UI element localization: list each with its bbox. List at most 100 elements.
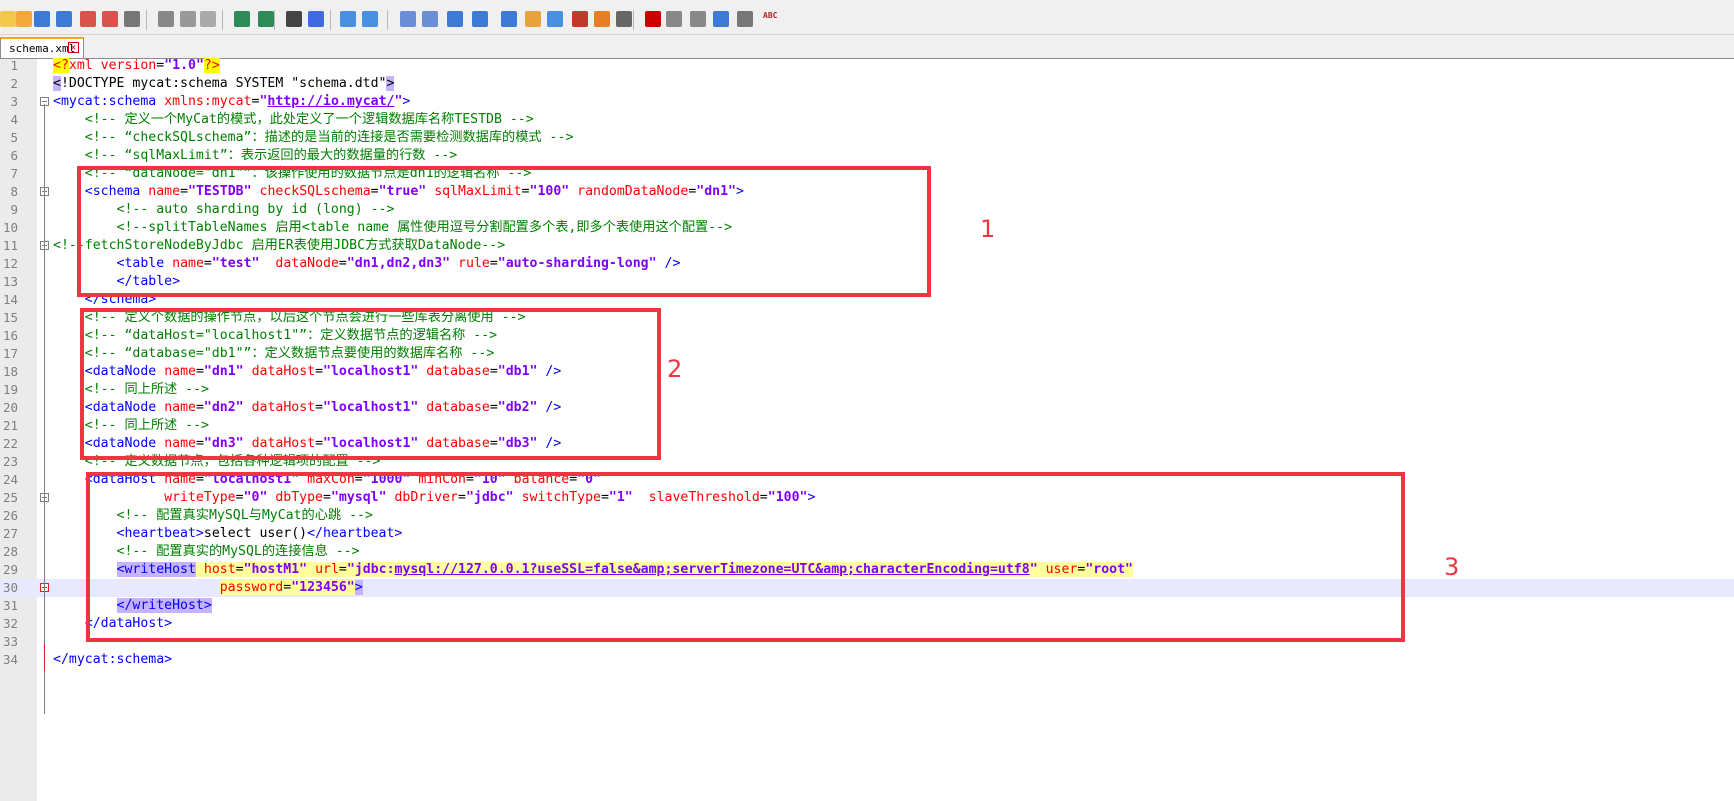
new-file-icon[interactable] [0, 11, 16, 27]
annotation-label-2: 2 [667, 355, 683, 383]
line-number: 16 [2, 328, 18, 343]
spell-check-icon[interactable]: ABC [763, 11, 779, 27]
line-number: 28 [2, 544, 18, 559]
tab-schema-xml[interactable]: schema.xml ✕ [0, 37, 84, 58]
code-line[interactable]: 4 <!-- 定义一个MyCat的模式，此处定义了一个逻辑数据库名称TESTDB… [0, 111, 1734, 129]
sync-v-icon[interactable] [400, 11, 416, 27]
code-token: < [53, 76, 61, 91]
line-number: 1 [10, 58, 18, 73]
code-line[interactable]: 34 </mycat:schema> [0, 651, 1734, 669]
close-tab-icon[interactable]: ✕ [68, 42, 79, 53]
tab-label: schema.xml [9, 42, 76, 55]
sync-h-icon[interactable] [422, 11, 438, 27]
line-number: 31 [2, 598, 18, 613]
code-token: xmlns:mycat [164, 94, 252, 109]
code-token: <? [53, 58, 69, 73]
save-macro-icon[interactable] [737, 11, 753, 27]
fold-line [44, 644, 45, 671]
open-file-icon[interactable] [16, 11, 32, 27]
line-number: 26 [2, 508, 18, 523]
line-number: 25 [2, 490, 18, 505]
line-number: 30 [2, 580, 18, 595]
fold-line [44, 249, 45, 276]
monitor-icon[interactable] [616, 11, 632, 27]
toolbar-separator [330, 10, 331, 30]
replace-icon[interactable] [308, 11, 324, 27]
zoom-in-icon[interactable] [340, 11, 356, 27]
tab-bar: schema.xml ✕ [0, 35, 1734, 59]
toolbar-separator [633, 10, 634, 30]
code-line[interactable]: 5 <!-- “checkSQLschema”：描述的是当前的连接是否需要检测数… [0, 129, 1734, 147]
copy-icon[interactable] [180, 11, 196, 27]
code-line[interactable]: 6 <!-- “sqlMaxLimit”：表示返回的最大的数据量的行数 --> [0, 147, 1734, 165]
word-wrap-icon[interactable] [447, 11, 463, 27]
undo-icon[interactable] [234, 11, 250, 27]
annotation-box-3 [86, 472, 1405, 642]
code-token: ?> [203, 58, 220, 73]
code-text: <!-- “sqlMaxLimit”：表示返回的最大的数据量的行数 --> [53, 147, 457, 165]
code-token: <!-- 定义一个MyCat的模式，此处定义了一个逻辑数据库名称TESTDB -… [84, 112, 534, 127]
redo-icon[interactable] [258, 11, 274, 27]
line-number: 12 [2, 256, 18, 271]
doc-map-icon[interactable] [547, 11, 563, 27]
all-chars-icon[interactable] [472, 11, 488, 27]
zoom-out-icon[interactable] [362, 11, 378, 27]
line-number: 33 [2, 634, 18, 649]
code-text: <?xml version="1.0"?> [53, 57, 220, 75]
record-macro-icon[interactable] [645, 11, 661, 27]
code-line[interactable]: 3 <mycat:schema xmlns:mycat="http://io.my… [0, 93, 1734, 111]
cut-icon[interactable] [158, 11, 174, 27]
toolbar-separator [387, 10, 388, 30]
save-all-icon[interactable] [56, 11, 72, 27]
line-number: 21 [2, 418, 18, 433]
line-number: 27 [2, 526, 18, 541]
line-number: 4 [10, 112, 18, 127]
line-number: 7 [10, 166, 18, 181]
line-number: 29 [2, 562, 18, 577]
stop-record-icon[interactable] [666, 11, 682, 27]
save-icon[interactable] [34, 11, 50, 27]
print-icon[interactable] [124, 11, 140, 27]
line-number: 19 [2, 382, 18, 397]
line-number: 20 [2, 400, 18, 415]
play-macro-icon[interactable] [690, 11, 706, 27]
code-line[interactable]: 2 <!DOCTYPE mycat:schema SYSTEM "schema.d… [0, 75, 1734, 93]
code-token: </mycat:schema> [53, 652, 173, 667]
code-editor[interactable]: 1 <?xml version="1.0"?> 2 <!DOCTYPE mycat:s… [0, 57, 1734, 801]
line-number: 6 [10, 148, 18, 163]
code-token: > [402, 94, 411, 109]
line-number: 2 [10, 76, 18, 91]
code-token: !DOCTYPE mycat:schema SYSTEM "schema.dtd… [60, 76, 387, 91]
code-text: <!-- “checkSQLschema”：描述的是当前的连接是否需要检测数据库… [53, 129, 574, 147]
code-text: <!-- 定义一个MyCat的模式，此处定义了一个逻辑数据库名称TESTDB -… [53, 111, 534, 129]
code-token: <!-- “checkSQLschema”：描述的是当前的连接是否需要检测数据库… [84, 130, 574, 145]
indent-guide-icon[interactable] [501, 11, 517, 27]
line-number: 10 [2, 220, 18, 235]
line-number: 17 [2, 346, 18, 361]
close-icon[interactable] [80, 11, 96, 27]
function-list-icon[interactable] [572, 11, 588, 27]
toolbar-separator [146, 10, 147, 30]
code-token: > [386, 76, 395, 91]
close-all-icon[interactable] [102, 11, 118, 27]
run-macro-multiple-icon[interactable] [713, 11, 729, 27]
code-text: <mycat:schema xmlns:mycat="http://io.myc… [53, 93, 410, 111]
line-number: 5 [10, 130, 18, 145]
paste-icon[interactable] [200, 11, 216, 27]
code-line[interactable]: 1 <?xml version="1.0"?> [0, 57, 1734, 75]
line-number: 34 [2, 652, 18, 667]
code-token: http://io.mycat/ [267, 94, 395, 109]
folder-workspace-icon[interactable] [594, 11, 610, 27]
udl-icon[interactable] [525, 11, 541, 27]
annotation-box-2 [80, 308, 661, 460]
line-number: 9 [10, 202, 18, 217]
annotation-label-1: 1 [980, 215, 996, 243]
line-number: 23 [2, 454, 18, 469]
find-icon[interactable] [286, 11, 302, 27]
code-token: xml version [68, 58, 157, 73]
line-number: 32 [2, 616, 18, 631]
code-text: <!DOCTYPE mycat:schema SYSTEM "schema.dt… [53, 75, 395, 93]
code-text: </mycat:schema> [53, 651, 172, 669]
line-number: 18 [2, 364, 18, 379]
